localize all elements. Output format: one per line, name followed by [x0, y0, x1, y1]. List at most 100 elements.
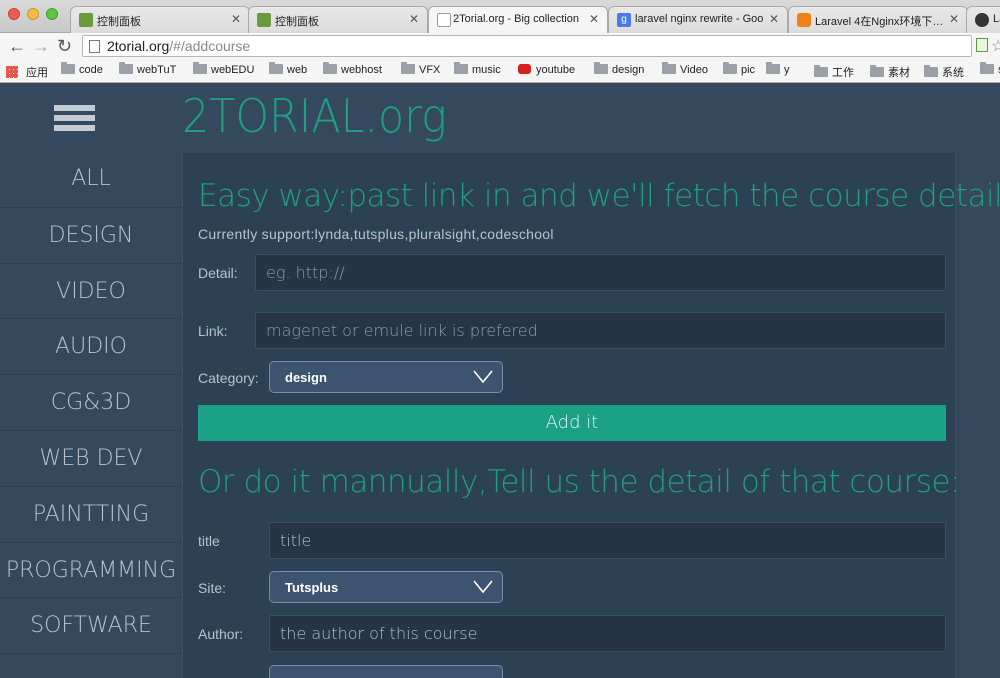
address-bar[interactable]: 2torial.org/#/addcourse [82, 35, 972, 57]
category-select-value: design [285, 370, 327, 385]
window-minimize-button[interactable] [27, 8, 39, 20]
browser-toolbar: ← → ↻ 2torial.org/#/addcourse ☆ [0, 33, 1000, 59]
bookmark-item[interactable]: youtube [518, 64, 575, 76]
partial-select[interactable] [269, 665, 503, 678]
sidebar-item[interactable]: AUDIO [0, 318, 182, 374]
browser-tab[interactable]: 控制面板 ✕ [70, 6, 250, 33]
bookmark-label: VFX [419, 64, 441, 76]
page-icon [89, 40, 100, 53]
site-select[interactable]: Tutsplus [269, 571, 503, 603]
detail-label: Detail: [198, 265, 238, 281]
folder-icon [594, 62, 608, 74]
supported-sites-text: Currently support:lynda,tutsplus,plurals… [198, 226, 554, 242]
bookmark-star-icon[interactable]: ☆ [991, 36, 1000, 56]
bookmark-item[interactable]: VFX [401, 62, 441, 76]
youtube-icon [518, 64, 531, 74]
github-favicon-icon [975, 13, 989, 27]
hamburger-menu-icon[interactable] [54, 105, 95, 132]
chevron-down-icon [473, 370, 493, 384]
bookmark-label: pic [741, 64, 756, 76]
bookmark-item[interactable]: pic [723, 62, 756, 76]
bookmark-label: y [784, 64, 790, 76]
folder-icon [401, 62, 415, 74]
detail-input[interactable]: eg. http:// [255, 254, 946, 291]
control-panel-favicon-icon [257, 13, 271, 27]
bookmark-label: webTuT [137, 64, 177, 76]
sidebar-item[interactable]: WEB DEV [0, 430, 182, 486]
tab-close-icon[interactable]: ✕ [769, 12, 779, 26]
sidebar-item[interactable]: ALL [0, 151, 182, 207]
bookmark-item[interactable]: 工作 [814, 64, 854, 80]
author-input[interactable]: the author of this course [269, 615, 946, 652]
folder-icon [924, 65, 938, 77]
category-select[interactable]: design [269, 361, 503, 393]
url-path: /#/addcourse [169, 38, 251, 54]
browser-tab[interactable]: La [966, 6, 1000, 33]
title-label: title [198, 533, 220, 549]
browser-tab[interactable]: Laravel 4在Nginx环境下去掉 ✕ [788, 6, 968, 33]
folder-icon [193, 62, 207, 74]
bookmark-label: webhost [341, 64, 382, 76]
bookmark-item[interactable]: s [980, 62, 1000, 76]
window-zoom-button[interactable] [46, 8, 58, 20]
link-input[interactable]: magenet or emule link is prefered [255, 312, 946, 349]
bookmark-item[interactable]: 应用 [6, 64, 48, 80]
sidebar-item[interactable]: DESIGN [0, 206, 182, 263]
bookmark-item[interactable]: Video [662, 62, 708, 76]
blog-favicon-icon [797, 13, 811, 27]
folder-icon [269, 62, 283, 74]
bookmarks-bar: 应用 code webTuT webEDU web webhost VFX music yout… [0, 59, 1000, 83]
title-input[interactable]: title [269, 522, 946, 559]
sidebar-item[interactable]: VIDEO [0, 262, 182, 319]
category-label: Category: [198, 370, 259, 386]
sidebar-item[interactable]: PAINTTING [0, 485, 182, 542]
bookmark-item[interactable]: 素材 [870, 64, 910, 80]
sidebar-item[interactable]: CG&3D [0, 374, 182, 430]
bookmark-item[interactable]: design [594, 62, 644, 76]
site-logo[interactable]: 2TORIAL.org [182, 89, 447, 143]
browser-tab-active[interactable]: 2Torial.org - Big collection ✕ [428, 6, 608, 34]
tab-close-icon[interactable]: ✕ [949, 12, 959, 26]
chevron-down-icon [473, 580, 493, 594]
bookmark-label: Video [680, 64, 708, 76]
url-host: 2torial.org [107, 38, 170, 54]
folder-icon [323, 62, 337, 74]
control-panel-favicon-icon [79, 13, 93, 27]
bookmark-label: 系统 [942, 67, 964, 79]
folder-icon [814, 65, 828, 77]
sidebar-item[interactable]: PROGRAMMING [0, 541, 182, 598]
folder-icon [980, 62, 994, 74]
bookmark-item[interactable]: web [269, 62, 307, 76]
tab-close-icon[interactable]: ✕ [589, 12, 599, 26]
tab-close-icon[interactable]: ✕ [409, 12, 419, 26]
bookmark-item[interactable]: webEDU [193, 62, 255, 76]
forward-arrow-icon[interactable]: → [32, 36, 50, 56]
site-select-value: Tutsplus [285, 580, 339, 595]
tab-close-icon[interactable]: ✕ [231, 12, 241, 26]
browser-tab-strip: 控制面板 ✕ 控制面板 ✕ 2Torial.org - Big collecti… [0, 0, 1000, 34]
bookmark-item[interactable]: code [61, 62, 103, 76]
back-arrow-icon[interactable]: ← [8, 36, 26, 56]
bookmark-item[interactable]: y [766, 62, 790, 76]
bookmark-item[interactable]: music [454, 62, 501, 76]
browser-tab[interactable]: g laravel nginx rewrite - Goo ✕ [608, 6, 788, 33]
browser-tab[interactable]: 控制面板 ✕ [248, 6, 428, 33]
bookmark-item[interactable]: 系统 [924, 64, 964, 80]
bookmark-label: youtube [536, 64, 576, 76]
folder-icon [454, 62, 468, 74]
folder-icon [662, 62, 676, 74]
bookmark-label: 应用 [26, 67, 48, 79]
add-course-panel: Easy way:past link in and we'll fetch th… [182, 153, 1000, 678]
reload-icon[interactable]: ↻ [57, 36, 72, 56]
add-it-button[interactable]: Add it [198, 405, 946, 441]
sidebar-item[interactable]: SOFTWARE [0, 597, 182, 653]
bookmark-label: 素材 [888, 67, 910, 79]
folder-icon [766, 62, 780, 74]
sidebar-item-partial[interactable] [0, 653, 182, 678]
site-label: Site: [198, 580, 227, 596]
bookmark-item[interactable]: webhost [323, 62, 382, 76]
extension-icon[interactable] [976, 38, 988, 52]
bookmark-label: webEDU [211, 64, 255, 76]
window-close-button[interactable] [8, 8, 20, 20]
bookmark-item[interactable]: webTuT [119, 62, 177, 76]
